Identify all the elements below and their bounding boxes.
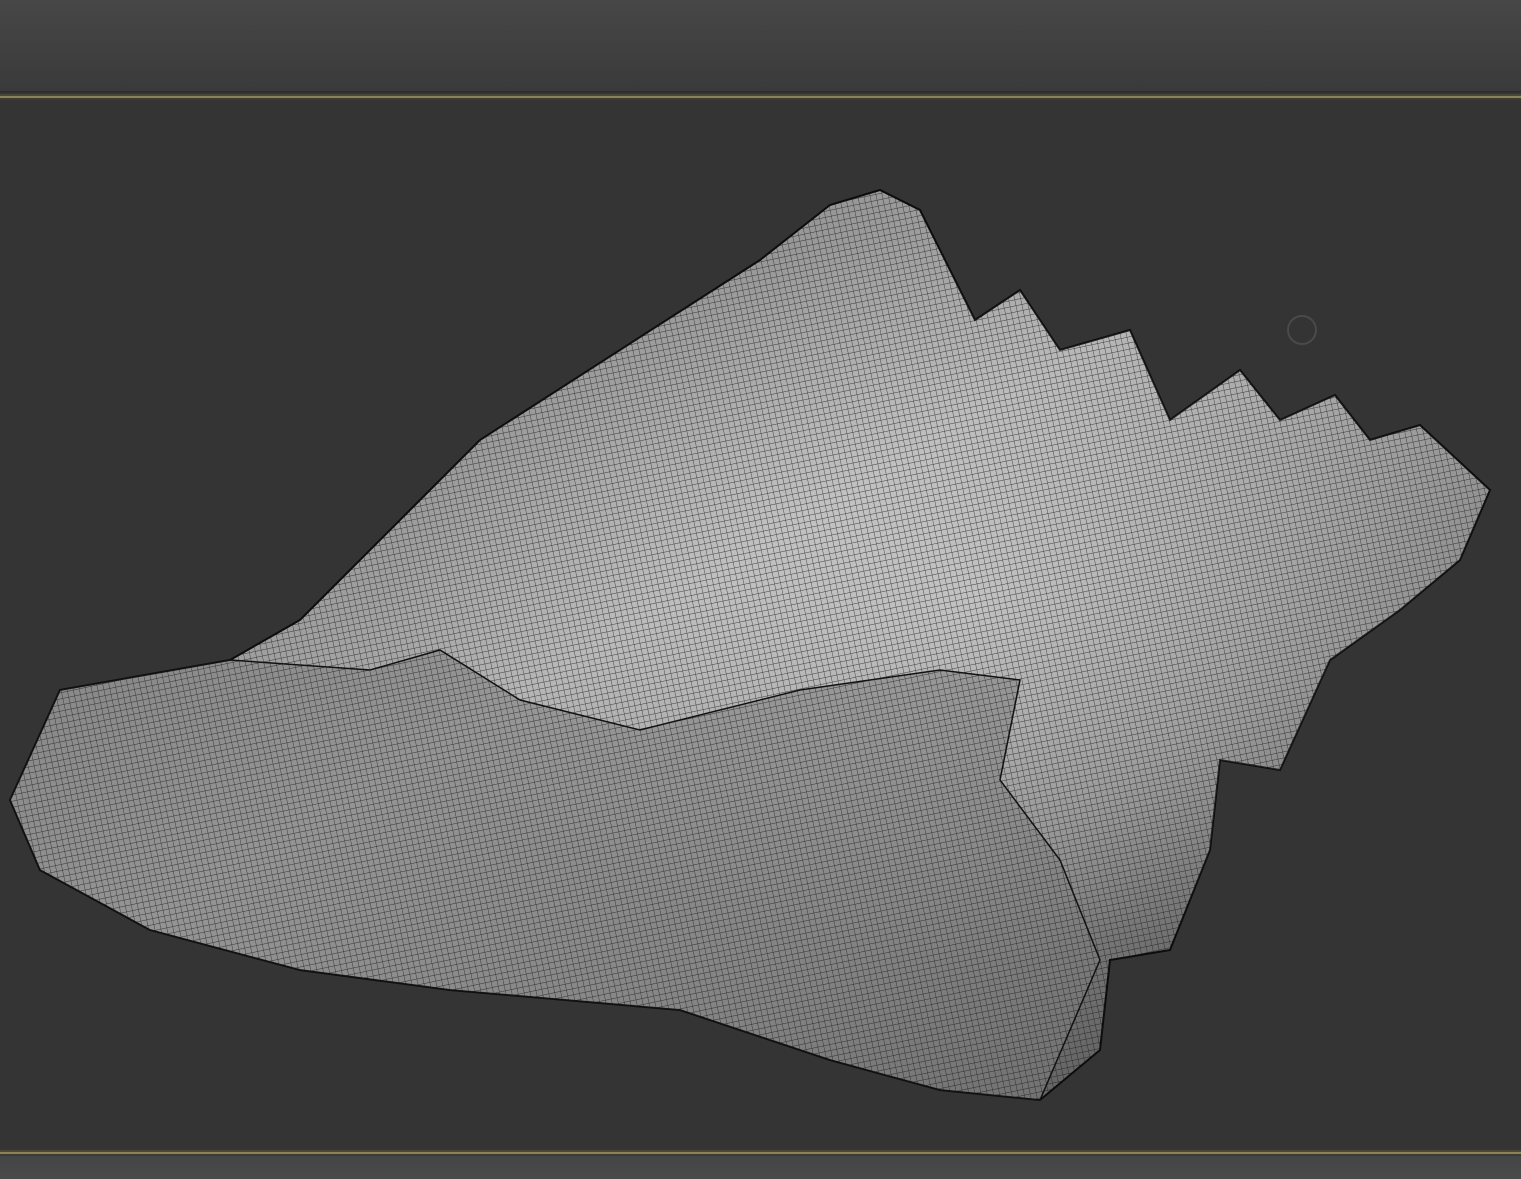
circle-gizmo-icon[interactable] [1287,315,1317,345]
bottom-toolbar [0,1156,1521,1179]
shell-mesh[interactable] [0,0,1521,1179]
3d-viewport[interactable] [0,100,1521,1150]
